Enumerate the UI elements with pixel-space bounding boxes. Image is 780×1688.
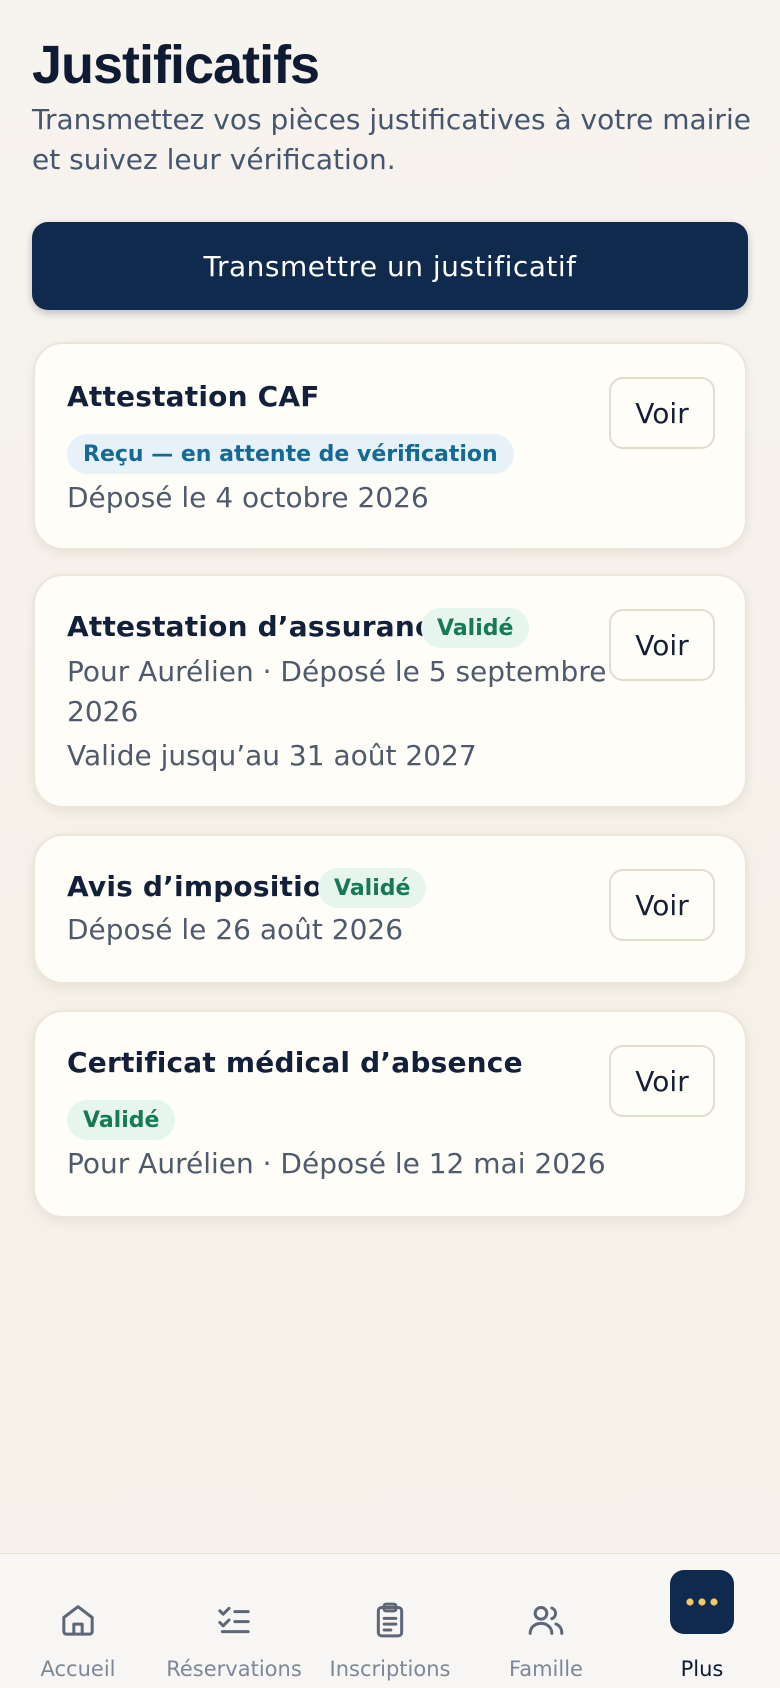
document-meta: Pour Aurélien · Déposé le 5 septembre <box>67 655 607 688</box>
tab-plus-highlight <box>670 1570 734 1634</box>
tab-inscriptions[interactable]: Inscriptions <box>312 1554 468 1688</box>
tab-famille[interactable]: Famille <box>468 1554 624 1688</box>
tab-label: Plus <box>680 1657 724 1681</box>
tab-accueil[interactable]: Accueil <box>0 1554 156 1688</box>
view-button[interactable]: Voir <box>609 1045 715 1117</box>
tab-label: Famille <box>509 1657 583 1681</box>
document-card-certificat: Certificat médical d’absence Validé Pour… <box>33 1010 747 1218</box>
tab-reservations[interactable]: Réservations <box>156 1554 312 1688</box>
status-badge: Validé <box>318 868 427 908</box>
document-title: Certificat médical d’absence <box>67 1046 523 1079</box>
document-validity: Valide jusqu’au 31 août 2027 <box>67 739 477 772</box>
document-card-assurance: Attestation d’assurance Validé Pour Auré… <box>33 574 747 808</box>
tab-label: Accueil <box>40 1657 116 1681</box>
page: Justificatifs Transmettez vos pièces jus… <box>0 0 780 1553</box>
status-badge: Validé <box>67 1100 176 1140</box>
page-subtitle: Transmettez vos pièces justificatives à … <box>32 103 751 176</box>
tab-label: Inscriptions <box>329 1657 451 1681</box>
document-title: Attestation CAF <box>67 380 320 413</box>
view-button[interactable]: Voir <box>609 869 715 941</box>
checklist-icon <box>218 1606 250 1634</box>
clipboard-icon <box>376 1602 404 1638</box>
document-card-imposition: Avis d’imposition Validé Déposé le 26 ao… <box>33 834 747 984</box>
users-icon <box>528 1606 564 1635</box>
view-button[interactable]: Voir <box>609 609 715 681</box>
view-button[interactable]: Voir <box>609 377 715 449</box>
status-badge: Reçu — en attente de vérification <box>67 434 514 474</box>
status-badge: Validé <box>421 608 530 648</box>
document-meta: Déposé le 26 août 2026 <box>67 913 404 946</box>
document-card-caf: Attestation CAF Reçu — en attente de vér… <box>33 342 747 550</box>
document-title: Attestation d’assurance <box>67 610 451 643</box>
tab-label: Réservations <box>166 1657 302 1681</box>
page-title: Justificatifs <box>32 35 320 95</box>
home-icon <box>62 1605 94 1636</box>
more-icon <box>686 1598 718 1606</box>
document-meta: 2026 <box>67 695 139 728</box>
document-meta: Pour Aurélien · Déposé le 12 mai 2026 <box>67 1147 606 1180</box>
document-meta: Déposé le 4 octobre 2026 <box>67 481 429 514</box>
submit-document-button[interactable]: Transmettre un justificatif <box>32 222 748 310</box>
document-title: Avis d’imposition <box>67 870 343 903</box>
bottom-tab-bar: Accueil Réservations Inscriptions Famill… <box>0 1553 780 1688</box>
tab-plus[interactable]: Plus <box>624 1554 780 1688</box>
